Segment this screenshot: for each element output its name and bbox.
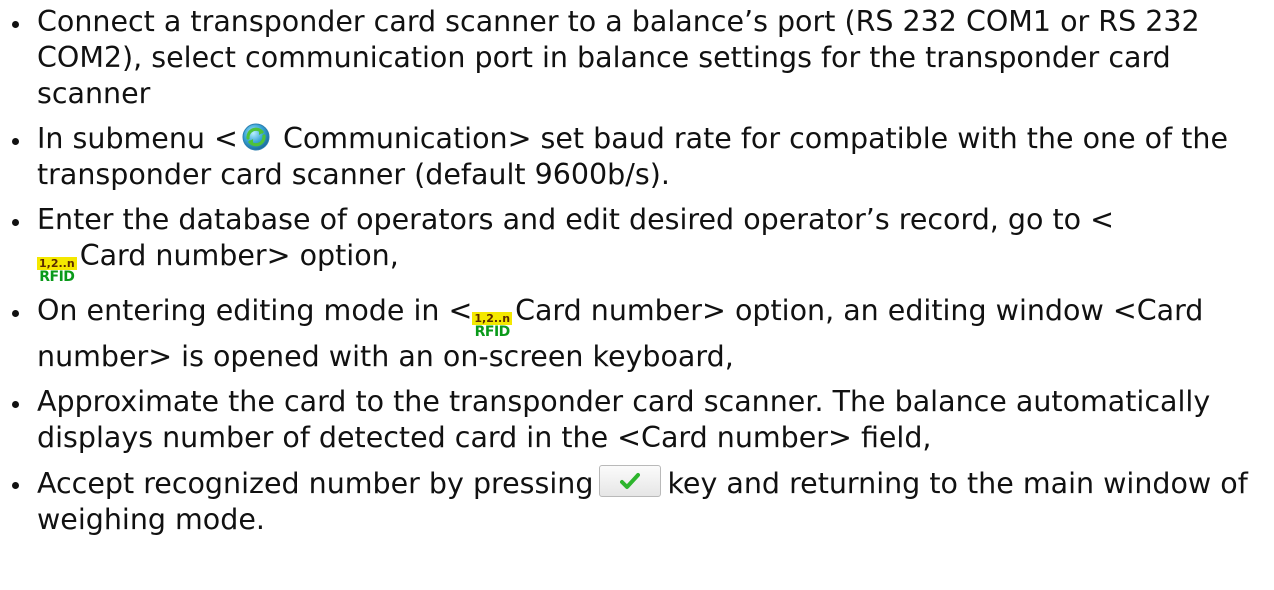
- instruction-list: Connect a transponder card scanner to a …: [0, 4, 1274, 538]
- step-text-before: In submenu <: [37, 122, 238, 155]
- rfid-icon-bottom-label: RFID: [474, 324, 511, 340]
- step-text: Connect a transponder card scanner to a …: [37, 5, 1200, 110]
- rfid-card-number-icon: 1,2..n RFID: [37, 257, 77, 284]
- list-item: In submenu < Communication> set baud rat…: [0, 121, 1272, 193]
- checkmark-icon: [620, 473, 641, 489]
- step-text-before: On entering editing mode in <: [37, 294, 473, 327]
- step-text-before: Enter the database of operators and edit…: [37, 203, 1115, 236]
- communication-icon: [242, 123, 270, 151]
- rfid-icon-bottom-label: RFID: [39, 269, 75, 285]
- rfid-card-number-icon: 1,2..n RFID: [472, 312, 513, 340]
- step-text: Approximate the card to the transponder …: [37, 385, 1211, 454]
- list-item: Connect a transponder card scanner to a …: [0, 4, 1272, 112]
- step-text-before: Accept recognized number by pressing: [37, 467, 594, 500]
- list-item: Enter the database of operators and edit…: [0, 202, 1272, 284]
- list-item: Accept recognized number by pressing key…: [0, 465, 1272, 538]
- confirm-checkmark-key-icon: [599, 465, 662, 497]
- step-text-after: Card number> option,: [79, 239, 399, 272]
- instruction-document: Connect a transponder card scanner to a …: [0, 0, 1274, 538]
- list-item: Approximate the card to the transponder …: [0, 384, 1272, 456]
- list-item: On entering editing mode in <1,2..n RFID C…: [0, 293, 1272, 375]
